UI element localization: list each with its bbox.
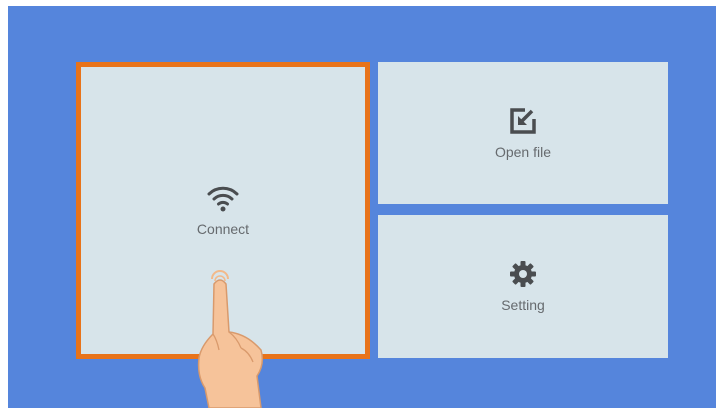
- tap-hand-icon: [191, 264, 291, 408]
- gear-icon: [509, 260, 537, 293]
- connect-label: Connect: [196, 221, 250, 237]
- open-file-label: Open file: [494, 143, 552, 160]
- open-file-tile[interactable]: Open file: [378, 62, 668, 204]
- setting-label: Setting: [501, 297, 545, 313]
- open-file-icon: [509, 107, 537, 140]
- home-screen: Connect Open file Setting: [8, 6, 716, 408]
- wifi-icon: [207, 184, 239, 217]
- setting-tile[interactable]: Setting: [378, 215, 668, 358]
